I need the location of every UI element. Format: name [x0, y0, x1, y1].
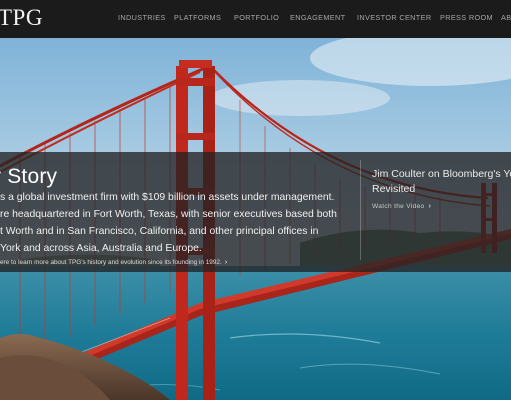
watch-video-link[interactable]: Watch the Video ›: [372, 201, 431, 212]
nav-item-platforms[interactable]: PLATFORMS: [174, 13, 221, 23]
chevron-right-icon: ›: [428, 201, 432, 210]
learn-more-link[interactable]: ere to learn more about TPG's history an…: [0, 257, 227, 267]
learn-more-label: ere to learn more about TPG's history an…: [0, 259, 222, 266]
story-text-line-2: re headquartered in Fort Worth, Texas, w…: [0, 209, 337, 220]
nav-item-portfolio[interactable]: PORTFOLIO: [234, 13, 279, 23]
video-title-line-1: Jim Coulter on Bloomberg's Year: [372, 168, 511, 180]
nav-item-about[interactable]: AB: [501, 13, 511, 23]
nav-item-engagement[interactable]: ENGAGEMENT: [290, 13, 345, 23]
nav-item-investor-center[interactable]: INVESTOR CENTER: [357, 13, 431, 23]
top-nav-bar: TPG INDUSTRIES PLATFORMS PORTFOLIO ENGAG…: [0, 0, 511, 38]
story-text-line-1: s a global investment firm with $109 bil…: [0, 192, 335, 203]
story-text-line-4: York and across Asia, Australia and Euro…: [0, 243, 202, 254]
our-story-heading: r Story: [0, 165, 58, 188]
tpg-logo[interactable]: TPG: [0, 3, 43, 33]
video-title[interactable]: Jim Coulter on Bloomberg's Year Revisite…: [372, 167, 511, 197]
band-divider: [360, 160, 361, 260]
chevron-right-icon: ›: [224, 257, 228, 266]
nav-item-press-room[interactable]: PRESS ROOM: [440, 13, 493, 23]
story-text-line-3: t Worth and in San Francisco, California…: [0, 226, 319, 237]
video-title-line-2: Revisited: [372, 183, 416, 195]
nav-item-industries[interactable]: INDUSTRIES: [118, 13, 166, 23]
watch-video-label: Watch the Video: [372, 203, 425, 210]
